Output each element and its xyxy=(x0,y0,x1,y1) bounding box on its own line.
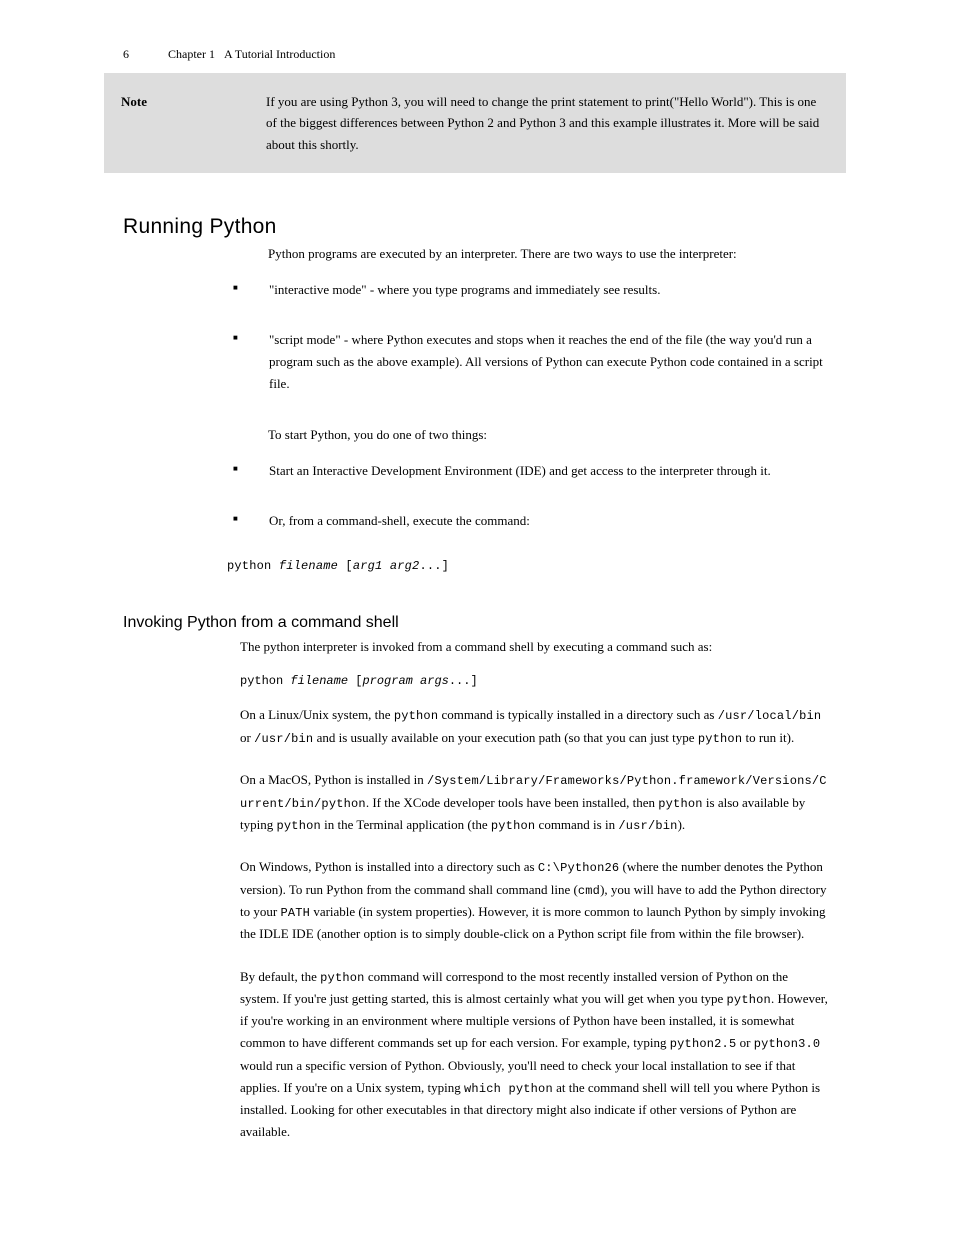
chapter-title: A Tutorial Introduction xyxy=(224,47,335,61)
note-box: Note If you are using Python 3, you will… xyxy=(104,73,846,173)
page-number: 6 xyxy=(123,47,129,61)
para-macos: On a MacOS, Python is installed in /Syst… xyxy=(240,769,828,836)
cmdshell-intro: The python interpreter is invoked from a… xyxy=(240,636,828,658)
list-item: Start an Interactive Development Environ… xyxy=(233,460,828,482)
para-linux: On a Linux/Unix system, the python comma… xyxy=(240,704,828,749)
page-header: 6 Chapter 1 A Tutorial Introduction xyxy=(123,46,828,63)
invoke-command: python filename [program args...] xyxy=(240,674,828,688)
running-intro: Python programs are executed by an inter… xyxy=(268,243,828,265)
startup-options-list: Start an Interactive Development Environ… xyxy=(233,460,828,577)
para-windows: On Windows, Python is installed into a d… xyxy=(240,856,828,945)
list-item: "interactive mode" - where you type prog… xyxy=(233,279,828,301)
section-heading-running: Running Python xyxy=(123,215,828,239)
chapter-label: Chapter 1 xyxy=(168,47,215,61)
interpreter-modes-list: "interactive mode" - where you type prog… xyxy=(233,279,828,395)
list-item: "script mode" - where Python executes an… xyxy=(233,329,828,395)
section-heading-cmdshell: Invoking Python from a command shell xyxy=(123,614,828,632)
list-item: Or, from a command-shell, execute the co… xyxy=(233,510,828,576)
para-default: By default, the python command will corr… xyxy=(240,966,828,1144)
note-label: Note xyxy=(121,91,147,112)
ide-term: Interactive Development Environment (IDE… xyxy=(312,463,546,478)
note-text: If you are using Python 3, you will need… xyxy=(266,94,819,152)
startup-intro: To start Python, you do one of two thing… xyxy=(268,424,828,446)
